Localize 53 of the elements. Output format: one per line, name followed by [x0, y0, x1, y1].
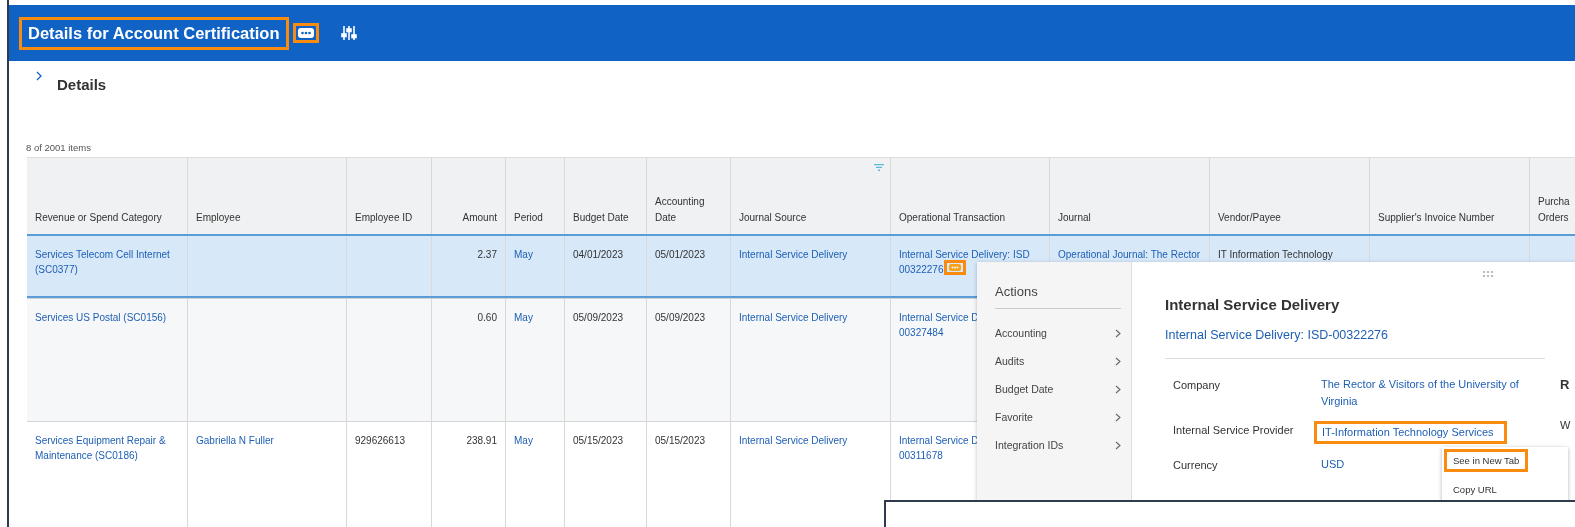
chevron-icon[interactable] [35, 71, 43, 81]
chevron-icon [1115, 328, 1121, 338]
cell-link[interactable]: Services Telecom Cell Internet (SC0377) [35, 248, 170, 277]
table-cell-text: 0.60 [477, 311, 497, 325]
section-heading: R [1560, 377, 1570, 392]
field-label: Currency [1173, 458, 1219, 472]
cell-link[interactable]: Internal Service Delivery [739, 248, 848, 263]
field-label: W [1560, 419, 1571, 431]
detail-title: Internal Service Delivery [1165, 296, 1341, 313]
section-title: Details [57, 76, 107, 93]
action-menu-item[interactable]: Accounting [995, 319, 1121, 347]
cell-link[interactable]: Operational Journal: The Rector [1058, 248, 1201, 263]
settings-icon[interactable] [340, 25, 357, 41]
chevron-icon [1115, 412, 1121, 422]
cell-link[interactable]: Gabriella N Fuller [196, 434, 274, 449]
item-count: 8 of 2001 items [26, 142, 92, 153]
cell-link[interactable]: Services Equipment Repair & Maintenance (SC0186) [35, 434, 166, 463]
cell-link[interactable]: Services US Postal (SC0156) [35, 311, 167, 326]
table-cell-text: 05/15/2023 [573, 434, 624, 448]
table-cell-text: 05/01/2023 [655, 248, 706, 262]
more-button[interactable] [292, 23, 319, 43]
page-title: Details for Account Certification [19, 16, 289, 50]
actions-title: Actions [995, 262, 1121, 309]
field-link[interactable]: The Rector & Visitors of the University of Virginia [1317, 376, 1549, 409]
table-cell-text: 2.37 [477, 248, 497, 262]
transaction-link[interactable]: Internal Service Delivery: ISD-00322276 [1165, 328, 1545, 359]
chevron-icon [1115, 356, 1121, 366]
cell-link[interactable]: May [514, 248, 533, 263]
cell-link[interactable]: May [514, 311, 533, 326]
table-cell-text: 929626613 [355, 434, 406, 448]
ellipsis-icon [297, 28, 314, 38]
table-cell-text: 05/09/2023 [655, 311, 706, 325]
field-link[interactable]: IT-Information Technology Services [1314, 421, 1507, 444]
action-menu-item[interactable]: Budget Date [995, 375, 1121, 403]
table-cell-text: 05/09/2023 [573, 311, 624, 325]
drag-handle-icon[interactable] [1482, 270, 1494, 278]
table-cell-text: 04/01/2023 [573, 248, 624, 262]
field-label: Company [1173, 379, 1222, 393]
chevron-icon [1115, 440, 1121, 450]
table-cell-text: 238.91 [466, 434, 497, 448]
chevron-icon [1115, 384, 1121, 394]
action-menu-item[interactable]: Audits [995, 347, 1121, 375]
context-menu-item[interactable]: See in New Tab [1444, 449, 1529, 472]
field-link[interactable]: USD [1317, 455, 1353, 472]
action-menu-item[interactable]: Integration IDs [995, 431, 1121, 459]
table-cell-text: 05/15/2023 [655, 434, 706, 448]
cell-link[interactable]: Internal Service Delivery [739, 434, 848, 449]
field-label: Internal Service Provider [1173, 424, 1295, 438]
context-menu-item[interactable]: Copy URL [1444, 478, 1506, 501]
cell-link[interactable]: May [514, 434, 533, 449]
table-cell-text: IT Information Technology [1218, 248, 1333, 262]
cell-link[interactable]: Internal Service Delivery [739, 311, 848, 326]
ellipsis-icon [949, 264, 961, 271]
